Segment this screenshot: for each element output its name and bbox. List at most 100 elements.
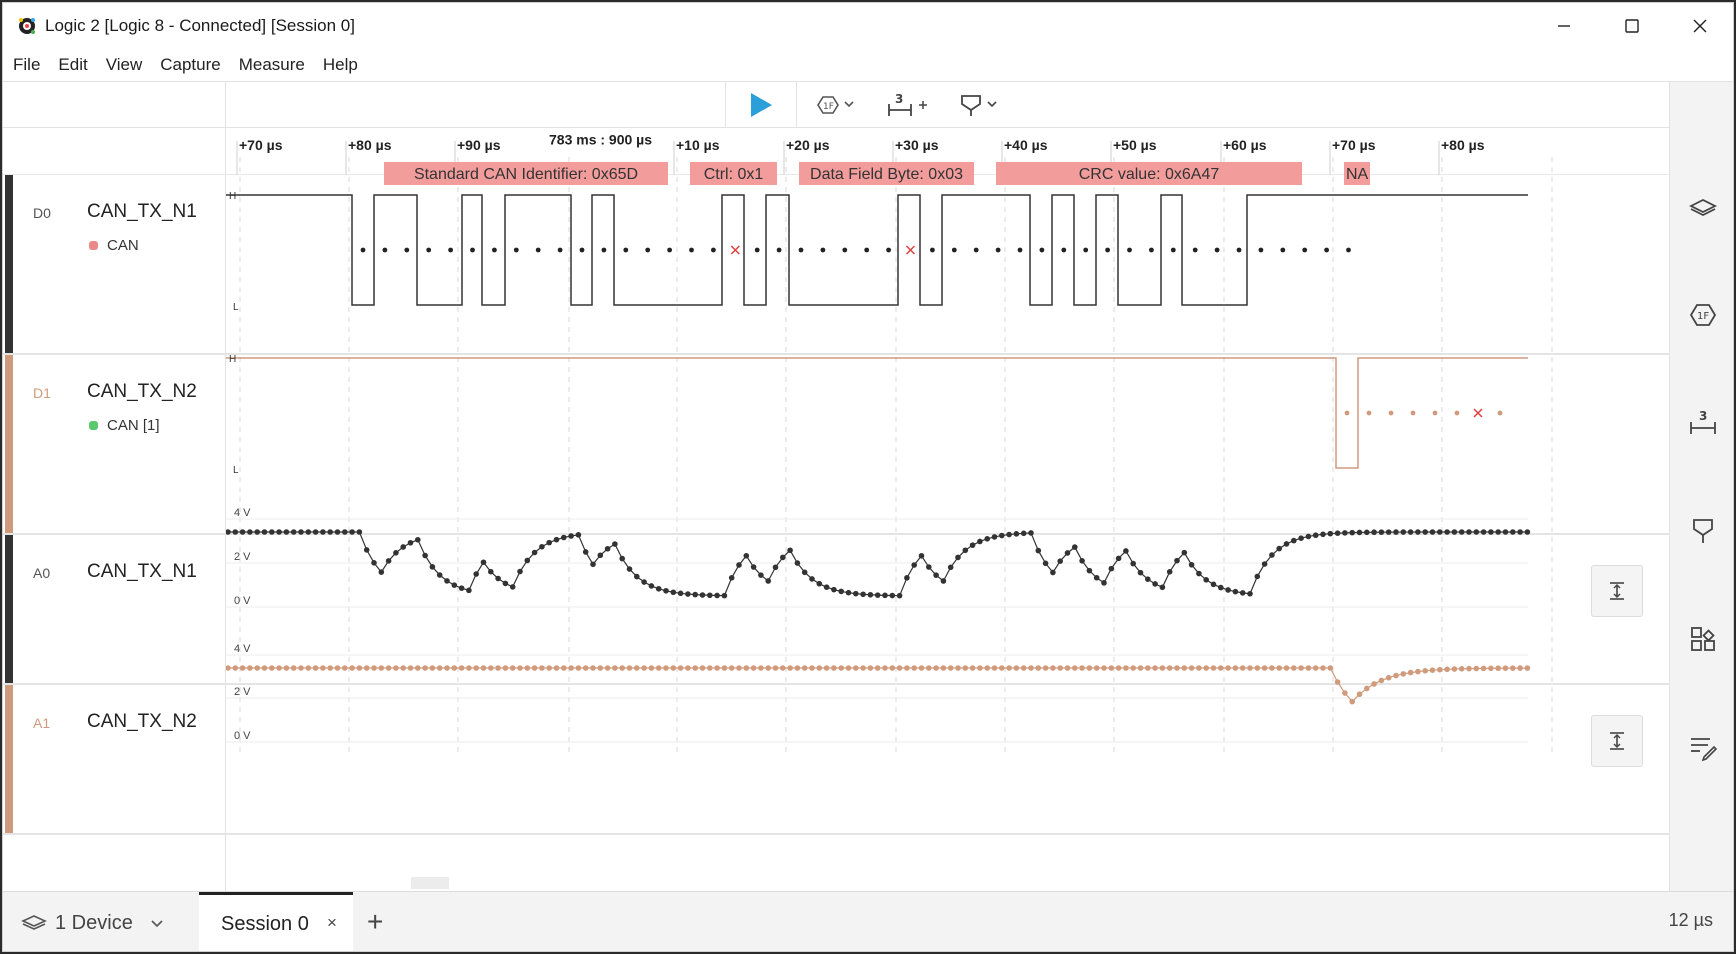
add-session-button[interactable]: + [367,906,383,938]
analog-scale-button-a1[interactable] [1591,715,1643,767]
analog-waveform-a0[interactable] [228,531,1528,597]
device-tab[interactable]: 1 Device [21,904,165,942]
analog-sample-dot [349,665,355,671]
menu-file[interactable]: File [13,55,40,75]
analog-sample-dot [1101,665,1107,671]
session-tab[interactable]: Session 0 × [199,892,353,951]
analog-sample-dot [969,542,976,548]
analog-sample-dot [991,665,998,671]
maximize-button[interactable] [1597,3,1667,49]
analog-sample-dot [1473,665,1480,672]
analog-waveform-a1[interactable] [228,667,1528,703]
channel-name[interactable]: CAN_TX_N1 [87,201,197,223]
trigger-dropdown-button[interactable] [958,82,1008,128]
analog-sample-dot [1291,537,1297,544]
analog-sample-dot [247,665,253,671]
analog-sample-dot [480,665,487,671]
bit-sample-dot [1236,247,1242,253]
menu-capture[interactable]: Capture [160,55,220,75]
analog-sample-dot [874,592,881,598]
analog-sample-dot [1356,691,1363,698]
analog-sample-dot [502,665,509,671]
channel-name[interactable]: CAN_TX_N2 [87,711,197,733]
analog-scale-button-a0[interactable] [1591,565,1643,617]
measure-add-button[interactable]: 3 [885,82,933,128]
can-frame-label: Standard CAN Identifier: 0x65D [414,166,638,183]
close-button[interactable] [1665,3,1733,49]
analog-sample-dot [853,665,859,671]
analog-sample-dot [1495,529,1501,535]
analog-sample-dot [1210,581,1217,588]
analog-sample-dot [546,539,552,546]
waveform-view[interactable]: +70 µs +80 µs +90 µs +10 µs +20 µs +30 µs +40 … [226,127,1669,837]
analog-sample-dot [911,562,917,568]
analog-sample-dot [707,592,713,599]
analyzer-name: CAN [107,237,139,254]
markers-icon[interactable] [1688,516,1718,546]
analog-sample-dot [1130,665,1136,671]
analog-sample-dot [298,665,304,671]
channel-row-a0[interactable]: A0 CAN_TX_N1 [3,535,225,683]
analog-sample-dot [1028,530,1034,536]
analog-sample-dot [1079,557,1085,564]
menu-view[interactable]: View [106,55,143,75]
measurements-icon[interactable]: 3 [1688,408,1718,438]
extensions-icon[interactable] [1688,624,1718,654]
channel-row-d0[interactable]: D0 CAN_TX_N1 CAN [3,175,225,353]
analog-sample-dot [809,665,815,671]
notes-icon[interactable] [1688,732,1718,762]
analog-sample-dot [575,665,582,671]
channel-name[interactable]: CAN_TX_N1 [87,561,197,583]
menu-measure[interactable]: Measure [239,55,305,75]
analyzer-label[interactable]: CAN [89,237,139,254]
analog-sample-dot [1510,529,1516,535]
start-capture-button[interactable] [725,82,797,128]
device-icon[interactable] [1688,192,1718,222]
analog-sample-dot [1378,677,1385,684]
high-level-label: H [229,354,236,365]
svg-text:3: 3 [1699,409,1707,423]
analog-sample-dot [896,665,903,671]
analog-sample-dot [1181,665,1188,671]
analog-sample-dot [415,665,421,671]
menu-help[interactable]: Help [323,55,358,75]
analog-sample-dot [955,554,961,561]
analog-sample-dot [634,665,640,671]
bit-sample-dot [798,247,804,253]
analog-sample-dot [1444,666,1450,673]
analyzer-dropdown-button[interactable]: 1F [814,82,864,128]
analog-sample-dot [1407,529,1414,535]
channel-name[interactable]: CAN_TX_N2 [87,381,197,403]
analog-sample-dot [750,665,757,671]
bit-error-mark [1473,408,1483,418]
analog-sample-dot [422,552,428,559]
analog-sample-dot [1400,529,1407,535]
analog-sample-dot [991,534,998,540]
maximize-icon [1625,19,1639,33]
analog-sample-dot [1320,665,1326,671]
analyzer-label[interactable]: CAN [1] [89,417,160,434]
analog-sample-dot [904,575,910,581]
analog-sample-dot [823,584,830,590]
analog-sample-dot [363,547,370,553]
analog-sample-dot [1020,665,1027,671]
bit-sample-dot [1344,410,1350,416]
channel-row-a1[interactable]: A1 CAN_TX_N2 [3,685,225,833]
minimize-button[interactable] [1529,3,1599,49]
analog-sample-dot [1342,690,1348,696]
analog-sample-dot [466,665,472,671]
analyzers-icon[interactable]: 1F [1688,300,1718,330]
time-tick-label: +90 µs [457,137,501,153]
bit-sample-dot [426,247,432,253]
menu-edit[interactable]: Edit [58,55,87,75]
analog-sample-dot [393,665,399,671]
close-session-icon[interactable]: × [327,913,337,933]
analog-sample-dot [226,665,231,671]
analog-sample-dot [371,665,377,671]
analog-sample-dot [1429,667,1436,673]
channel-row-d1[interactable]: D1 CAN_TX_N2 CAN [1] [3,355,225,533]
horizontal-scroll-thumb[interactable] [411,877,449,889]
analog-sample-dot [999,532,1005,539]
analog-sample-dot [728,575,735,581]
analog-sample-dot [1218,584,1224,591]
